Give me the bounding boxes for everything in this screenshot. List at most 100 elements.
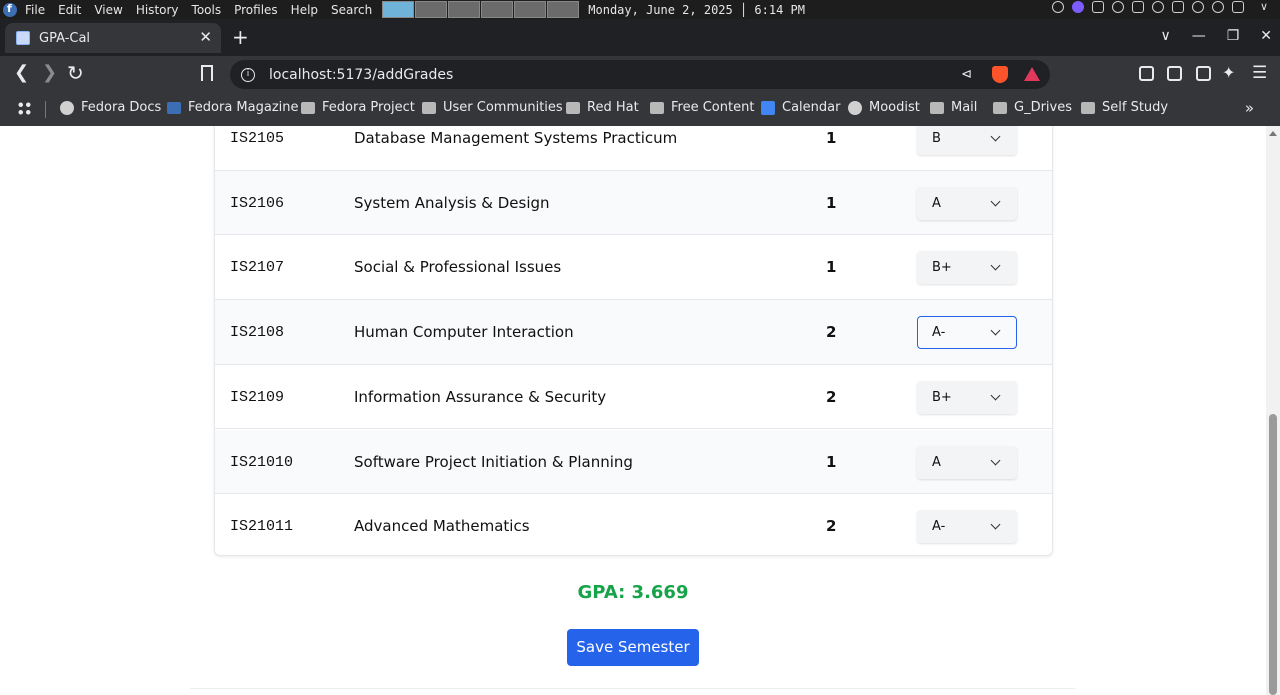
fedora-logo-icon[interactable]	[3, 2, 17, 17]
chevron-down-icon	[990, 390, 1001, 401]
course-code: IS2106	[230, 194, 285, 212]
tray-expand-icon[interactable]: ∨	[1260, 0, 1268, 13]
bookmark-label: Red Hat	[587, 100, 639, 115]
address-bar[interactable]: i localhost:5173/addGrades ⊲	[230, 60, 1050, 89]
bookmark-page-icon[interactable]	[201, 65, 213, 81]
back-icon[interactable]: ❮	[14, 64, 29, 82]
close-tab-icon[interactable]: ✕	[199, 28, 212, 46]
grade-value: A	[932, 195, 941, 211]
page-scrollbar[interactable]	[1266, 126, 1280, 695]
network-monitor-icon[interactable]	[1112, 1, 1124, 13]
course-name: Social & Professional Issues	[354, 258, 562, 277]
bookmark-free-content[interactable]: Free Content	[650, 100, 754, 115]
globe-icon	[60, 100, 74, 115]
bookmark-label: Self Study	[1102, 100, 1169, 115]
more-bookmarks-icon[interactable]: »	[1245, 99, 1254, 117]
courses-table: IS2105 Database Management Systems Pract…	[214, 126, 1053, 556]
workspace-1[interactable]	[382, 1, 415, 18]
gpa-result: GPA: 3.669	[577, 582, 689, 603]
system-top-bar: File Edit View History Tools Profiles He…	[0, 0, 1280, 19]
bookmark-fedora-docs[interactable]: Fedora Docs	[60, 100, 161, 115]
reload-icon[interactable]: ↻	[67, 63, 84, 83]
bookmark-red-hat[interactable]: Red Hat	[566, 100, 639, 115]
grade-value: B+	[932, 260, 952, 276]
bookmark-self-study[interactable]: Self Study	[1081, 100, 1168, 115]
grade-select[interactable]: A	[917, 186, 1017, 220]
brave-shields-icon[interactable]	[992, 66, 1008, 83]
telegram-icon[interactable]	[1092, 1, 1104, 13]
grade-select[interactable]: B	[917, 126, 1017, 155]
grade-select[interactable]: A-	[917, 510, 1017, 544]
wallet-icon[interactable]	[1196, 66, 1211, 81]
tab-gpa-cal[interactable]: GPA-Cal ✕	[5, 23, 221, 53]
menu-history[interactable]: History	[136, 3, 179, 17]
battery-icon[interactable]	[1232, 1, 1244, 13]
scroll-up-icon[interactable]	[1269, 131, 1277, 136]
workspace-3[interactable]	[448, 1, 481, 18]
workspace-5[interactable]	[514, 1, 547, 18]
vpn-icon[interactable]	[1192, 1, 1204, 13]
bookmark-moodist[interactable]: Moodist	[848, 100, 920, 115]
tab-strip: GPA-Cal ✕ + ∨ — ❐ ✕	[0, 19, 1280, 56]
course-name: Database Management Systems Practicum	[354, 129, 678, 147]
bookmark-fedora-project[interactable]: Fedora Project	[301, 100, 415, 115]
bookmark-fedora-magazine[interactable]: Fedora Magazine	[167, 100, 299, 115]
forward-icon[interactable]: ❯	[42, 64, 57, 82]
folder-icon	[993, 101, 1007, 114]
grade-select[interactable]: A-	[917, 316, 1017, 350]
folder-icon	[566, 101, 580, 114]
course-code: IS21010	[230, 453, 294, 471]
site-info-icon[interactable]: i	[241, 67, 255, 82]
course-name: Information Assurance & Security	[354, 387, 607, 406]
clock[interactable]: Monday, June 2, 2025 │ 6:14 PM	[588, 3, 805, 17]
table-row: IS2108 Human Computer Interaction 2 A-	[215, 300, 1052, 365]
proton-icon[interactable]	[1072, 1, 1084, 13]
bookmark-label: Mail	[951, 100, 978, 115]
grade-value: B+	[932, 389, 952, 405]
grade-value: B	[932, 131, 941, 146]
bookmark-g-drives[interactable]: G_Drives	[993, 100, 1072, 115]
footer-divider	[190, 688, 1076, 689]
bookmark-mail[interactable]: Mail	[930, 100, 977, 115]
brave-rewards-icon[interactable]	[1024, 67, 1040, 81]
apps-grid-icon[interactable]	[17, 101, 32, 116]
menu-tools[interactable]: Tools	[192, 3, 222, 17]
update-icon[interactable]	[1052, 1, 1064, 13]
bookmark-user-communities[interactable]: User Communities	[422, 100, 563, 115]
volume-icon[interactable]	[1152, 1, 1164, 13]
grade-select[interactable]: B+	[917, 380, 1017, 414]
course-name: Advanced Mathematics	[354, 517, 530, 536]
menu-view[interactable]: View	[94, 3, 122, 17]
new-tab-icon[interactable]: +	[232, 25, 249, 49]
menu-file[interactable]: File	[25, 3, 45, 17]
url-text[interactable]: localhost:5173/addGrades	[269, 67, 453, 83]
grade-select[interactable]: B+	[917, 251, 1017, 285]
page-content: IS2105 Database Management Systems Pract…	[0, 126, 1280, 695]
menu-search[interactable]: Search	[331, 3, 372, 17]
leo-ai-icon[interactable]: ✦	[1222, 64, 1235, 82]
sidebar-icon[interactable]	[1167, 66, 1182, 81]
grade-value: A-	[932, 325, 946, 341]
workspace-4[interactable]	[481, 1, 514, 18]
main-menu-icon[interactable]: ☰	[1252, 64, 1267, 82]
clipboard-icon[interactable]	[1132, 1, 1144, 13]
wifi-icon[interactable]	[1212, 1, 1224, 13]
workspace-2[interactable]	[415, 1, 448, 18]
scrollbar-thumb[interactable]	[1269, 414, 1277, 695]
share-icon[interactable]: ⊲	[961, 67, 972, 82]
grade-value: A-	[932, 519, 946, 535]
restore-icon[interactable]: ❐	[1227, 28, 1240, 44]
tab-search-icon[interactable]: ∨	[1160, 28, 1170, 44]
minimize-icon[interactable]: —	[1192, 28, 1206, 44]
save-semester-button[interactable]: Save Semester	[567, 629, 699, 666]
bookmark-calendar[interactable]: Calendar	[761, 100, 840, 115]
extensions-icon[interactable]	[1139, 66, 1154, 81]
menu-edit[interactable]: Edit	[58, 3, 81, 17]
grade-select[interactable]: A	[917, 445, 1017, 479]
menu-help[interactable]: Help	[291, 3, 318, 17]
folder-icon	[422, 101, 436, 114]
workspace-6[interactable]	[547, 1, 580, 18]
bluetooth-icon[interactable]	[1172, 1, 1184, 13]
menu-profiles[interactable]: Profiles	[234, 3, 278, 17]
close-window-icon[interactable]: ✕	[1260, 28, 1272, 44]
